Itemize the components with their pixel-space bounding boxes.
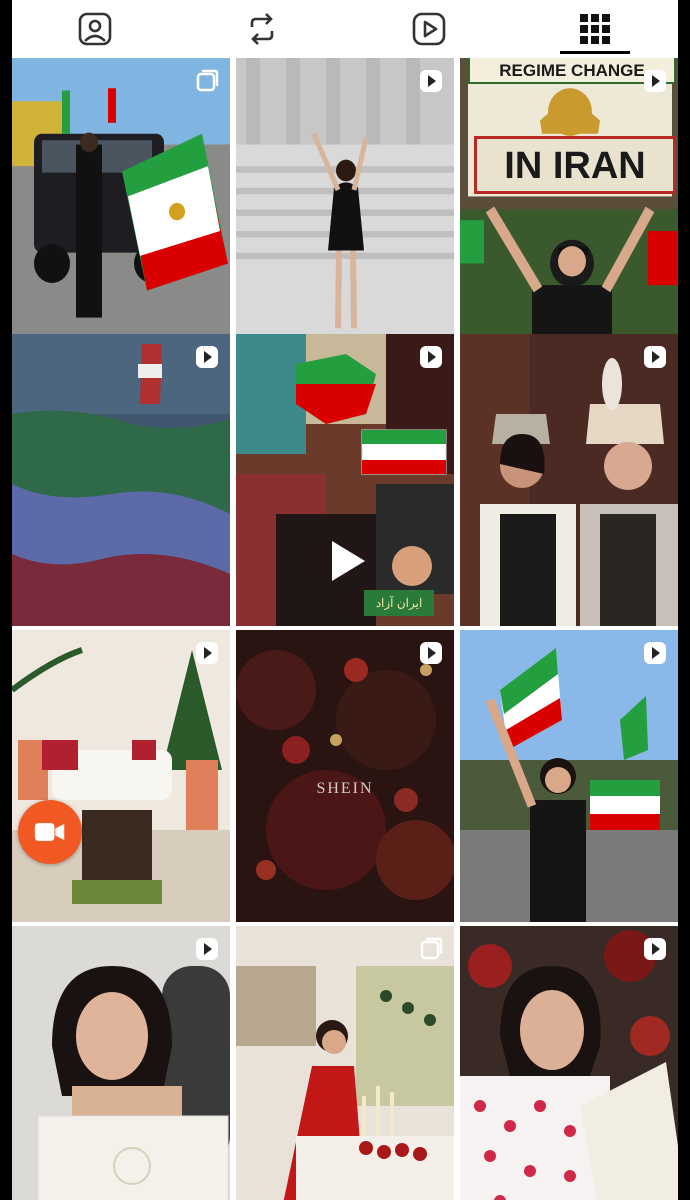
reel-icon bbox=[196, 346, 218, 368]
video-camera-icon bbox=[34, 823, 65, 841]
post-image bbox=[460, 630, 678, 922]
tab-posts[interactable] bbox=[550, 0, 640, 58]
reel-icon bbox=[644, 938, 666, 960]
post-image bbox=[12, 334, 230, 626]
play-icon[interactable] bbox=[328, 538, 368, 584]
repost-icon bbox=[250, 13, 274, 45]
post-image bbox=[460, 334, 678, 626]
post-image bbox=[460, 58, 678, 350]
post-image bbox=[236, 926, 454, 1200]
reel-icon bbox=[644, 70, 666, 92]
person-tag-icon bbox=[78, 12, 112, 46]
reel-icon bbox=[644, 642, 666, 664]
sign-bottom-text: IN IRAN bbox=[474, 136, 676, 194]
post-flag-wave[interactable] bbox=[12, 334, 230, 626]
post-image bbox=[460, 926, 678, 1200]
profile-content: REGIME CHANGE IN IRAN ایران آزاد SHEIN bbox=[12, 0, 678, 1200]
multi-icon bbox=[420, 937, 443, 960]
post-protest-truck[interactable] bbox=[12, 58, 230, 350]
reel-icon bbox=[196, 938, 218, 960]
post-crowned-couple[interactable] bbox=[460, 334, 678, 626]
post-steps-woman[interactable] bbox=[236, 58, 454, 350]
tab-reposts[interactable] bbox=[217, 0, 307, 58]
multi-icon bbox=[196, 69, 219, 92]
post-rally-selfie[interactable] bbox=[460, 630, 678, 922]
reel-icon bbox=[420, 642, 442, 664]
post-image bbox=[12, 630, 230, 922]
post-red-dress[interactable] bbox=[236, 926, 454, 1200]
post-hearts-top[interactable] bbox=[460, 926, 678, 1200]
post-regime-change-sign[interactable]: REGIME CHANGE IN IRAN bbox=[460, 58, 678, 350]
active-tab-indicator bbox=[560, 51, 630, 54]
reel-icon bbox=[420, 346, 442, 368]
brand-watermark: SHEIN bbox=[316, 780, 374, 797]
grid-icon bbox=[580, 14, 610, 44]
post-shein-tree[interactable]: SHEIN bbox=[236, 630, 454, 922]
post-image bbox=[236, 58, 454, 350]
reels-icon bbox=[412, 12, 446, 46]
post-image bbox=[12, 58, 230, 350]
record-video-button[interactable] bbox=[18, 800, 82, 864]
post-image bbox=[236, 630, 454, 922]
post-gift-box[interactable] bbox=[12, 926, 230, 1200]
reel-icon bbox=[196, 642, 218, 664]
reel-icon bbox=[420, 70, 442, 92]
reel-icon bbox=[644, 346, 666, 368]
post-image bbox=[12, 926, 230, 1200]
post-christmas-room[interactable] bbox=[12, 630, 230, 922]
post-collage[interactable]: ایران آزاد bbox=[236, 334, 454, 626]
placard-text: ایران آزاد bbox=[364, 590, 434, 616]
profile-tab-bar bbox=[12, 0, 678, 58]
tab-tagged[interactable] bbox=[50, 0, 140, 58]
tab-reels[interactable] bbox=[384, 0, 474, 58]
